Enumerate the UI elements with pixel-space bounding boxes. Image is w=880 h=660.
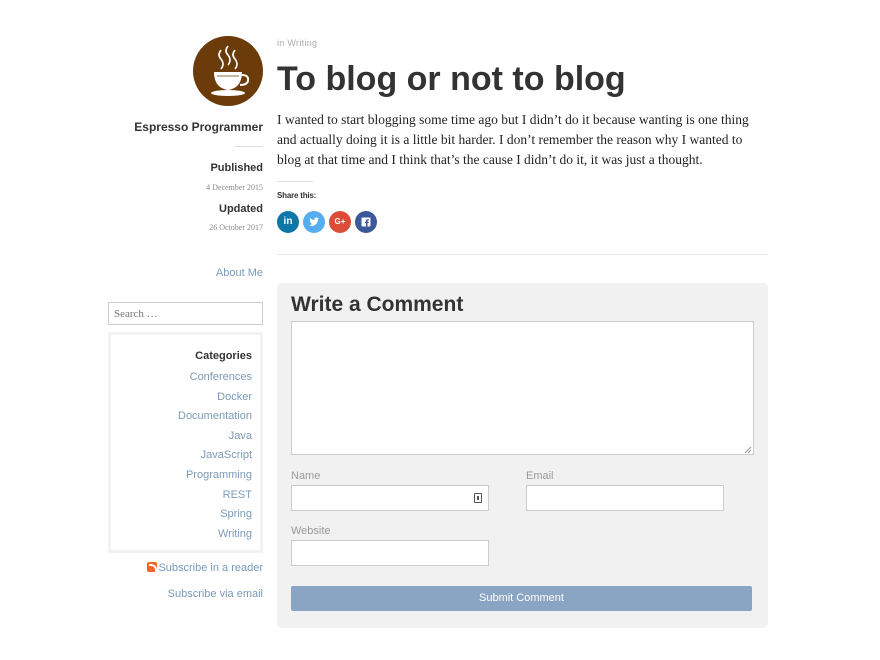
post-body: I wanted to start blogging some time ago… bbox=[277, 112, 749, 167]
avatar[interactable] bbox=[193, 36, 263, 106]
author-name: Espresso Programmer bbox=[134, 120, 263, 134]
name-label: Name bbox=[291, 470, 321, 482]
rss-icon bbox=[147, 562, 158, 572]
website-label: Website bbox=[291, 525, 331, 537]
coffee-cup-icon bbox=[211, 45, 250, 96]
website-field[interactable] bbox=[291, 540, 489, 566]
comment-form: Write a Comment Name Email Website Submi… bbox=[277, 283, 768, 628]
post-title: To blog or not to blog bbox=[277, 60, 626, 98]
twitter-icon bbox=[309, 217, 320, 226]
category-link-spring[interactable]: Spring bbox=[220, 508, 252, 520]
published-label: Published bbox=[210, 162, 263, 174]
about-me-link[interactable]: About Me bbox=[216, 267, 263, 279]
google-plus-icon: G+ bbox=[334, 217, 346, 226]
twitter-share-button[interactable] bbox=[303, 211, 325, 233]
password-manager-icon[interactable] bbox=[474, 493, 482, 503]
comment-textarea[interactable] bbox=[291, 321, 754, 455]
subscribe-reader-link[interactable]: Subscribe in a reader bbox=[147, 562, 263, 574]
email-field[interactable] bbox=[526, 485, 724, 511]
share-divider bbox=[277, 181, 313, 182]
subscribe-email-link[interactable]: Subscribe via email bbox=[168, 588, 263, 600]
category-link-rest[interactable]: REST bbox=[223, 489, 252, 501]
published-date: 4 December 2015 bbox=[206, 183, 263, 192]
email-label: Email bbox=[526, 470, 554, 482]
categories-title: Categories bbox=[195, 350, 252, 362]
category-link-writing[interactable]: Writing bbox=[218, 528, 252, 540]
updated-date: 26 October 2017 bbox=[209, 223, 263, 232]
categories-widget: Categories Conferences Docker Documentat… bbox=[108, 332, 263, 553]
category-link-java[interactable]: Java bbox=[229, 430, 252, 442]
breadcrumb-category-link[interactable]: Writing bbox=[287, 38, 317, 48]
divider bbox=[235, 146, 263, 147]
subscribe-reader-label: Subscribe in a reader bbox=[158, 562, 263, 574]
comment-form-title: Write a Comment bbox=[291, 293, 464, 316]
category-link-docker[interactable]: Docker bbox=[217, 391, 252, 403]
facebook-share-button[interactable] bbox=[355, 211, 377, 233]
breadcrumb-prefix: in bbox=[277, 38, 285, 48]
linkedin-share-button[interactable]: in bbox=[277, 211, 299, 233]
google-plus-share-button[interactable]: G+ bbox=[329, 211, 351, 233]
submit-comment-button[interactable]: Submit Comment bbox=[291, 586, 752, 611]
search-input[interactable] bbox=[108, 302, 263, 325]
category-link-conferences[interactable]: Conferences bbox=[190, 371, 252, 383]
share-label: Share this: bbox=[277, 191, 317, 200]
category-link-documentation[interactable]: Documentation bbox=[178, 410, 252, 422]
updated-label: Updated bbox=[219, 203, 263, 215]
name-field[interactable] bbox=[291, 485, 489, 511]
category-link-programming[interactable]: Programming bbox=[186, 469, 252, 481]
resize-handle-icon[interactable] bbox=[744, 446, 752, 454]
breadcrumb: in Writing bbox=[277, 38, 317, 48]
category-link-javascript[interactable]: JavaScript bbox=[201, 449, 252, 461]
linkedin-icon: in bbox=[283, 216, 293, 227]
post-divider bbox=[277, 254, 768, 255]
facebook-icon bbox=[361, 217, 371, 227]
